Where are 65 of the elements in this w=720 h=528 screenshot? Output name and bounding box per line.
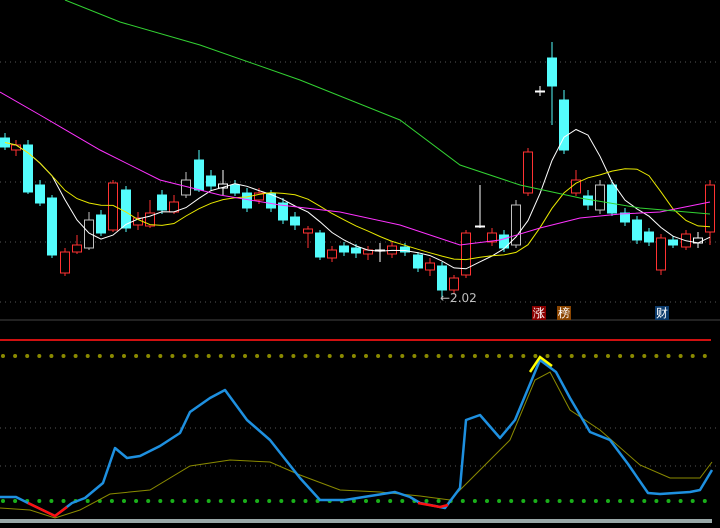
candlestick <box>206 170 216 190</box>
candlestick <box>254 188 264 204</box>
candlestick <box>571 170 581 196</box>
candlestick <box>681 230 691 250</box>
candlestick <box>583 190 593 210</box>
candlestick <box>632 216 642 244</box>
candlestick <box>266 190 276 212</box>
candlestick <box>23 140 33 194</box>
candlestick <box>425 258 435 276</box>
scroll-track[interactable] <box>0 519 712 523</box>
candlestick <box>242 188 252 212</box>
candlestick <box>72 234 82 254</box>
candlestick <box>705 180 715 246</box>
candlestick <box>449 274 459 294</box>
candlestick <box>35 180 45 206</box>
event-badge[interactable]: 涨 <box>532 306 546 320</box>
candlestick <box>400 242 410 256</box>
candlestick <box>315 230 325 260</box>
candlestick <box>363 246 373 260</box>
candlestick <box>339 242 349 256</box>
candlestick <box>668 236 678 248</box>
candlestick <box>644 228 654 246</box>
candlestick <box>511 200 521 248</box>
candlestick <box>11 140 21 156</box>
candlestick <box>47 194 57 258</box>
candlestick <box>656 234 666 276</box>
candlestick <box>0 132 10 150</box>
oversold-segment <box>27 502 68 518</box>
candlestick <box>290 212 300 230</box>
candlestick <box>375 242 385 262</box>
candlestick <box>523 148 533 196</box>
candlestick <box>487 228 497 246</box>
candlestick <box>607 180 617 216</box>
event-badge[interactable]: 财 <box>655 306 669 320</box>
candlestick <box>181 172 191 198</box>
candlestick <box>169 194 179 214</box>
oversold-segment <box>418 502 448 508</box>
candlestick <box>121 186 131 232</box>
event-badge[interactable]: 榜 <box>557 306 571 320</box>
candlestick <box>387 242 397 258</box>
candlestick <box>60 248 70 276</box>
candlestick <box>157 190 167 214</box>
candlestick <box>327 246 337 262</box>
candlestick <box>133 212 143 230</box>
candlestick <box>620 208 630 226</box>
candlestick <box>475 184 485 228</box>
overbought-segment <box>528 355 553 373</box>
low-price-label: ←2.02 <box>440 291 477 305</box>
candlestick <box>218 170 228 196</box>
candlestick <box>84 212 94 250</box>
candlestick <box>194 150 204 192</box>
candlestick <box>413 252 423 272</box>
candlestick <box>535 86 545 96</box>
candlestick <box>461 230 471 278</box>
candlestick <box>303 226 313 248</box>
candlestick <box>595 180 605 214</box>
candlestick <box>230 180 240 196</box>
candlestick <box>278 198 288 224</box>
candlestick <box>693 232 703 248</box>
candlestick <box>351 244 361 258</box>
candlestick <box>108 180 118 232</box>
candlestick <box>559 90 569 154</box>
candlestick <box>145 200 155 228</box>
candlestick <box>96 210 106 236</box>
candlestick <box>499 230 509 252</box>
